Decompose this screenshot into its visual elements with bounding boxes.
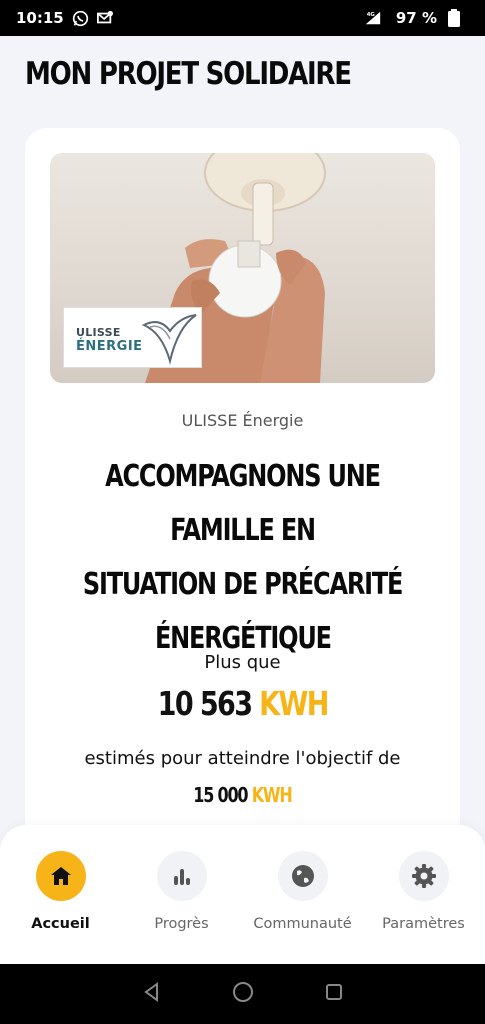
back-icon[interactable] bbox=[142, 982, 162, 1006]
status-bar: 10:15 4G 97 % bbox=[0, 0, 485, 36]
status-right: 4G 97 % bbox=[364, 9, 469, 27]
battery-icon bbox=[445, 9, 463, 27]
headline-line-1: ACCOMPAGNONS UNE FAMILLE EN bbox=[105, 459, 381, 548]
goal-value: 15 000 bbox=[193, 783, 248, 807]
goal-unit: KWH bbox=[251, 783, 293, 807]
gear-icon[interactable] bbox=[398, 851, 449, 901]
page-title: MON PROJET SOLIDAIRE bbox=[25, 56, 352, 92]
ulisse-logo: ULISSE ÉNERGIE bbox=[63, 307, 202, 368]
goal-energy: 15 000 KWH bbox=[25, 783, 460, 807]
home-circle-icon[interactable] bbox=[232, 981, 254, 1007]
nav-label-communaute: Communauté bbox=[253, 916, 352, 932]
nav-item-parametres[interactable]: Paramètres bbox=[363, 825, 484, 965]
logo-text-energie: ÉNERGIE bbox=[76, 339, 143, 354]
organization-name: ULISSE Énergie bbox=[181, 411, 304, 430]
goal-text: estimés pour atteindre l'objectif de bbox=[84, 748, 401, 769]
nav-item-communaute[interactable]: Communauté bbox=[242, 825, 363, 965]
recents-icon[interactable] bbox=[324, 982, 344, 1006]
logo-swoosh-icon bbox=[141, 314, 197, 365]
lead-text: Plus que bbox=[204, 652, 281, 673]
network-type: 4G bbox=[367, 12, 376, 18]
globe-icon[interactable] bbox=[277, 851, 328, 901]
project-card[interactable]: ULISSE ÉNERGIE ULISSE Énergie ACCOMPAGNO… bbox=[25, 128, 460, 848]
battery-text: 97 % bbox=[395, 9, 437, 27]
whatsapp-icon bbox=[72, 9, 90, 27]
bar-chart-icon[interactable] bbox=[156, 851, 207, 901]
remaining-value: 10 563 bbox=[157, 684, 252, 723]
nav-item-progres[interactable]: Progrès bbox=[121, 825, 242, 965]
remaining-unit: KWH bbox=[258, 684, 329, 723]
bottom-navigation: Accueil Progrès Communauté Paramètres bbox=[0, 825, 485, 965]
status-time: 10:15 bbox=[16, 9, 64, 27]
signal-icon: 4G bbox=[364, 9, 382, 27]
nav-label-parametres: Paramètres bbox=[382, 916, 465, 932]
project-headline: ACCOMPAGNONS UNE FAMILLE EN SITUATION DE… bbox=[25, 450, 460, 666]
nav-label-progres: Progrès bbox=[154, 916, 209, 932]
headline-line-2: SITUATION DE PRÉCARITÉ bbox=[82, 567, 404, 602]
home-icon[interactable] bbox=[35, 851, 86, 901]
nav-label-accueil: Accueil bbox=[31, 916, 90, 932]
project-image: ULISSE ÉNERGIE bbox=[50, 153, 435, 383]
nav-item-accueil[interactable]: Accueil bbox=[0, 825, 121, 965]
logo-text-ulisse: ULISSE bbox=[76, 326, 121, 339]
system-navigation-bar bbox=[0, 964, 485, 1024]
mail-notification-icon bbox=[96, 9, 114, 27]
remaining-energy: 10 563 KWH bbox=[25, 684, 460, 723]
